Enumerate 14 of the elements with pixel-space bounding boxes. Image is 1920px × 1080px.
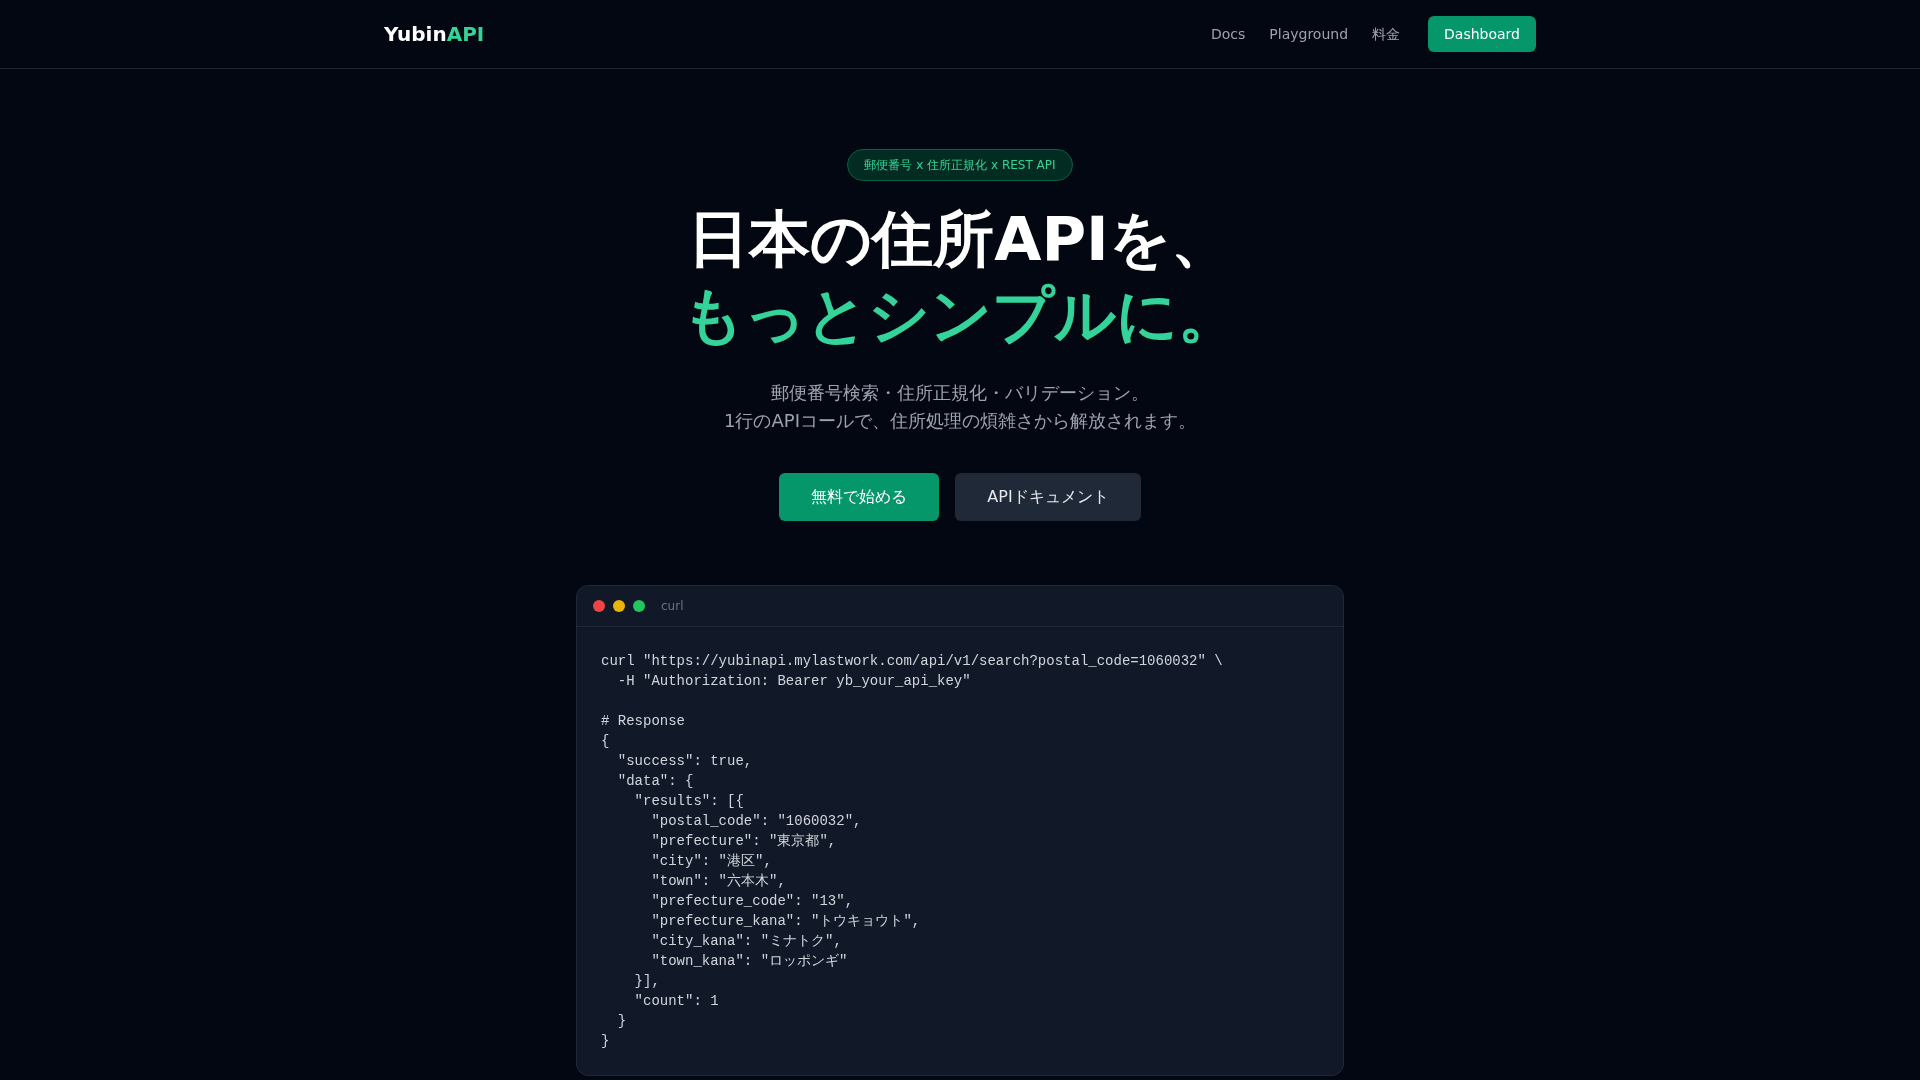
tagline-badge: 郵便番号 x 住所正規化 x REST API xyxy=(847,149,1073,181)
dashboard-button[interactable]: Dashboard xyxy=(1428,16,1536,52)
code-window-title: curl xyxy=(661,598,684,615)
subtitle-line: 郵便番号検索・住所正規化・バリデーション。 xyxy=(771,381,1149,405)
nav-link[interactable]: 料金 xyxy=(1372,23,1401,45)
logo[interactable]: YubinAPI xyxy=(384,19,485,49)
start-free-button[interactable]: 無料で始める xyxy=(779,473,940,521)
code-snippet-text: curl "https://yubinapi.mylastwork.com/api/v1/search?postal_code=1060032" \ -H "Authorization: Bearer yb_your_api_key" # Response { "success": true, "data": { "results": [{ "postal_code": "1060032", "prefecture": "東京都", "city": "港区", "town": "六本木", "prefecture_code": "13", "prefecture_kana": "トウキョウト", "city_kana": "ミナトク", "town_kana": "ロッポンギ" }], "count": 1 } } xyxy=(600,652,1224,1051)
subtitle-line: 1行のAPIコールで、住所処理の煩雑さから解放されます。 xyxy=(724,409,1196,433)
nav-link[interactable]: Playground xyxy=(1269,23,1349,45)
nav-link[interactable]: Docs xyxy=(1210,23,1246,45)
headline-line: もっとシンプルに。 xyxy=(681,278,1239,352)
api-docs-button[interactable]: APIドキュメント xyxy=(955,473,1141,521)
headline-line: 日本の住所APIを、 xyxy=(688,202,1232,276)
